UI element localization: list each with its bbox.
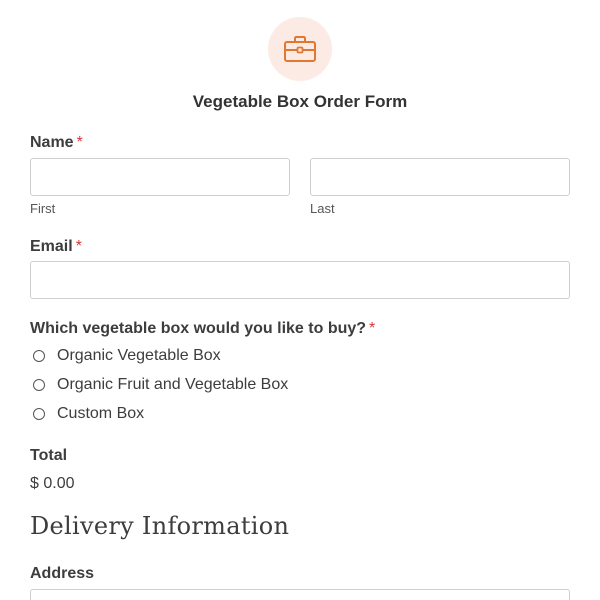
first-name-input[interactable]: [30, 158, 290, 196]
email-input[interactable]: [30, 261, 570, 299]
radio-button[interactable]: [33, 350, 45, 362]
email-label-text: Email: [30, 238, 73, 255]
radio-button[interactable]: [33, 379, 45, 391]
radio-option-organic-fruit-and-vegetable-box[interactable]: Organic Fruit and Vegetable Box: [33, 376, 288, 394]
radio-option-organic-vegetable-box[interactable]: Organic Vegetable Box: [33, 347, 221, 365]
required-marker: *: [369, 320, 376, 337]
delivery-section-heading: Delivery Information: [30, 512, 290, 540]
radio-option-label[interactable]: Organic Fruit and Vegetable Box: [57, 376, 288, 394]
name-label-text: Name: [30, 134, 74, 151]
radio-button[interactable]: [33, 408, 45, 420]
radio-option-label[interactable]: Custom Box: [57, 405, 144, 423]
radio-option-label[interactable]: Organic Vegetable Box: [57, 347, 221, 365]
order-form-page: Vegetable Box Order Form Name * First Las…: [0, 0, 600, 600]
required-marker: *: [76, 134, 83, 151]
email-label: Email *: [30, 238, 82, 256]
required-marker: *: [75, 238, 82, 255]
total-label: Total: [30, 447, 68, 464]
briefcase-icon: [284, 36, 316, 62]
box-choice-label: Which vegetable box would you like to bu…: [30, 320, 375, 338]
form-title: Vegetable Box Order Form: [192, 92, 408, 111]
last-name-sublabel: Last: [310, 201, 335, 216]
radio-option-custom-box[interactable]: Custom Box: [33, 405, 144, 423]
box-choice-label-text: Which vegetable box would you like to bu…: [30, 320, 367, 337]
address-label: Address: [30, 565, 95, 582]
form-logo: [268, 17, 332, 81]
address-input[interactable]: [30, 589, 570, 600]
total-value: $ 0.00: [30, 475, 75, 492]
first-name-sublabel: First: [30, 201, 56, 216]
last-name-input[interactable]: [310, 158, 570, 196]
name-label: Name *: [30, 134, 83, 152]
